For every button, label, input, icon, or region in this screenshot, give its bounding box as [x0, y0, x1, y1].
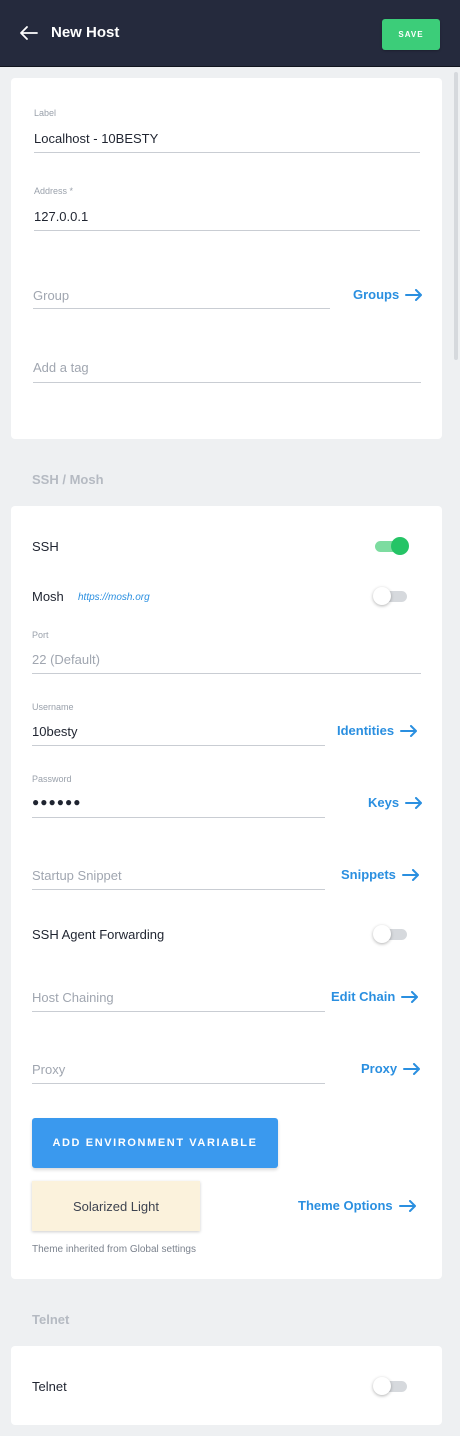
telnet-toggle[interactable]: [373, 1377, 409, 1395]
arrow-right-icon: [398, 1199, 416, 1212]
arrow-right-icon: [405, 796, 423, 809]
mosh-toggle-knob: [373, 587, 391, 605]
ssh-label: SSH: [32, 539, 59, 554]
edit-chain-link[interactable]: Edit Chain: [331, 989, 419, 1004]
add-environment-variable-button[interactable]: ADD ENVIRONMENT VARIABLE: [32, 1118, 278, 1168]
telnet-label: Telnet: [32, 1379, 67, 1394]
arrow-right-icon: [400, 724, 418, 737]
proxy-underline: [32, 1083, 325, 1084]
port-field[interactable]: Port 22 (Default): [32, 630, 421, 676]
arrow-right-icon: [403, 1062, 421, 1075]
scrollbar-thumb[interactable]: [454, 72, 458, 360]
edit-chain-link-label: Edit Chain: [331, 989, 396, 1004]
startup-snippet-underline: [32, 889, 325, 890]
agent-forwarding-toggle[interactable]: [373, 925, 409, 943]
startup-snippet-field[interactable]: Startup Snippet: [32, 866, 325, 892]
startup-snippet-input[interactable]: Startup Snippet: [32, 868, 122, 883]
identities-link-label: Identities: [337, 723, 395, 738]
address-underline: [34, 230, 420, 231]
username-underline: [32, 745, 325, 746]
snippets-link[interactable]: Snippets: [341, 867, 420, 882]
username-input[interactable]: 10besty: [32, 724, 78, 739]
label-input[interactable]: Localhost - 10BESTY: [34, 131, 158, 146]
tag-input[interactable]: Add a tag: [33, 360, 89, 375]
back-button[interactable]: [18, 22, 40, 44]
theme-swatch[interactable]: Solarized Light: [32, 1181, 200, 1231]
arrow-left-icon: [20, 26, 38, 40]
address-field[interactable]: Address * 127.0.0.1: [34, 186, 420, 234]
password-field[interactable]: Password ●●●●●●: [32, 774, 325, 820]
arrow-right-icon: [401, 990, 419, 1003]
password-input[interactable]: ●●●●●●: [32, 795, 82, 809]
label-underline: [34, 152, 420, 153]
top-bar: New Host SAVE: [0, 0, 460, 67]
port-caption: Port: [32, 630, 49, 640]
groups-link[interactable]: Groups: [353, 287, 423, 302]
ssh-toggle-knob: [391, 537, 409, 555]
host-chaining-input[interactable]: Host Chaining: [32, 990, 114, 1005]
group-field[interactable]: Group: [33, 286, 330, 312]
group-input[interactable]: Group: [33, 288, 69, 303]
mosh-toggle[interactable]: [373, 587, 409, 605]
theme-name: Solarized Light: [73, 1198, 159, 1214]
identities-link[interactable]: Identities: [337, 723, 418, 738]
arrow-right-icon: [401, 868, 419, 881]
group-underline: [33, 308, 330, 309]
proxy-link-label: Proxy: [361, 1061, 398, 1076]
agent-forwarding-label: SSH Agent Forwarding: [32, 927, 165, 942]
theme-options-link-label: Theme Options: [298, 1198, 393, 1213]
agent-forwarding-toggle-knob: [373, 925, 391, 943]
telnet-section-title: Telnet: [32, 1312, 70, 1327]
host-chaining-field[interactable]: Host Chaining: [32, 988, 325, 1014]
password-caption: Password: [32, 774, 72, 784]
theme-options-link[interactable]: Theme Options: [298, 1198, 417, 1213]
address-caption: Address *: [34, 186, 74, 196]
port-underline: [32, 673, 421, 674]
proxy-input[interactable]: Proxy: [32, 1062, 65, 1077]
password-underline: [32, 817, 325, 818]
telnet-toggle-knob: [373, 1377, 391, 1395]
port-input[interactable]: 22 (Default): [32, 652, 100, 667]
arrow-right-icon: [405, 288, 423, 301]
label-field[interactable]: Label Localhost - 10BESTY: [34, 108, 420, 156]
keys-link-label: Keys: [368, 795, 400, 810]
ssh-section-title: SSH / Mosh: [32, 472, 104, 487]
tag-underline: [33, 382, 421, 383]
proxy-field[interactable]: Proxy: [32, 1060, 325, 1086]
address-input[interactable]: 127.0.0.1: [34, 209, 88, 224]
snippets-link-label: Snippets: [341, 867, 396, 882]
host-chaining-underline: [32, 1011, 325, 1012]
mosh-label: Mosh: [32, 589, 64, 604]
keys-link[interactable]: Keys: [368, 795, 423, 810]
save-button[interactable]: SAVE: [382, 19, 440, 50]
groups-link-label: Groups: [353, 287, 400, 302]
ssh-toggle[interactable]: [373, 537, 409, 555]
theme-inherited-note: Theme inherited from Global settings: [32, 1244, 196, 1255]
mosh-website-link[interactable]: https://mosh.org: [78, 592, 150, 603]
username-field[interactable]: Username 10besty: [32, 702, 325, 748]
label-caption: Label: [34, 108, 57, 118]
tag-field[interactable]: Add a tag: [33, 358, 421, 384]
proxy-link[interactable]: Proxy: [361, 1061, 421, 1076]
page-title: New Host: [51, 24, 120, 41]
username-caption: Username: [32, 702, 74, 712]
